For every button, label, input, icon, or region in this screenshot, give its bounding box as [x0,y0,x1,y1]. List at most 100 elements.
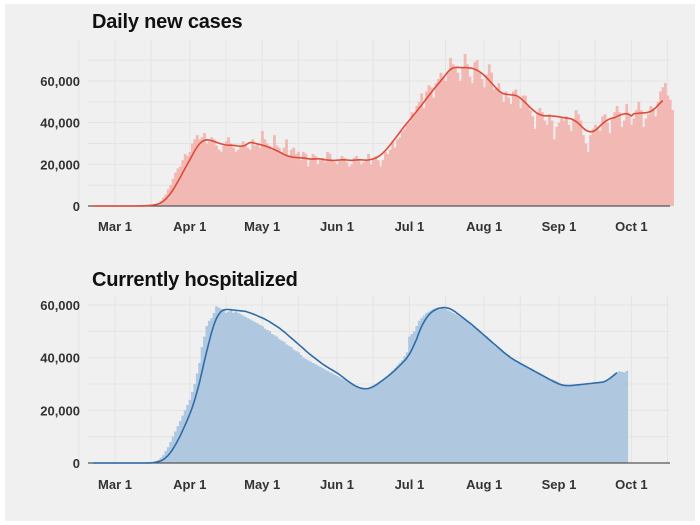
bar [316,365,320,463]
bar [620,126,624,206]
bar [509,357,513,463]
bar [417,320,421,463]
bar [456,72,460,207]
bar [567,385,571,463]
bar [454,314,457,463]
bar [244,145,247,206]
bar [263,139,267,206]
bar [586,384,590,463]
bar [545,377,549,463]
bar [294,351,298,463]
bar [565,116,568,206]
bar [441,307,445,463]
bar [562,120,566,206]
bar [432,97,436,206]
bar [304,153,308,206]
bar [420,318,424,463]
bar [239,314,243,463]
bar [174,172,177,206]
bar [606,380,609,463]
bar [502,352,506,463]
bar [642,126,646,206]
bar [347,166,351,206]
bar [248,319,252,463]
bar [422,108,426,206]
bar [227,311,231,463]
bar [364,388,368,463]
bar [388,149,392,206]
bar [398,362,402,463]
bar [519,362,522,463]
bar [514,89,518,206]
bar [487,339,491,463]
bar [601,381,605,463]
bar [574,385,578,463]
bar [502,101,506,206]
bar [492,89,496,206]
bar [408,122,411,206]
bar [246,147,250,206]
bar [253,322,257,463]
bar [212,139,216,206]
bar [275,145,279,206]
bar [584,384,588,463]
bar [444,81,448,206]
bar [647,114,650,206]
bar [297,151,300,206]
bar [543,120,547,206]
bar [429,87,433,206]
bar [355,156,358,206]
bar [314,156,317,206]
bar [299,160,303,206]
bar [343,158,346,206]
bar [509,103,513,206]
bar [458,316,462,463]
bar [473,327,477,463]
bar [516,97,520,206]
bar [248,149,252,206]
bar [198,139,202,206]
bar [593,382,597,463]
bar [200,137,204,206]
x-tick-label: Oct 1 [615,219,648,234]
bar [236,312,240,463]
bar [654,116,658,206]
bar [302,357,305,463]
bar [470,326,474,463]
bar [345,381,349,463]
bar [391,370,395,463]
bar [627,114,631,206]
bar [569,131,573,206]
bar [538,108,542,206]
bar [224,312,228,463]
x-tick-label: Jun 1 [320,219,354,234]
bar [222,145,226,206]
bar [251,139,255,206]
bar [384,151,387,206]
bar [466,320,469,463]
bar [521,364,525,463]
bar [374,384,378,463]
bar [620,371,624,463]
bar [446,310,450,463]
bar [251,320,255,463]
bar [644,118,648,206]
bar [567,124,571,206]
bar [555,126,559,206]
bar [475,328,479,463]
bar [374,156,378,206]
bar [478,331,481,463]
bar [333,162,337,206]
bar [560,118,564,206]
bar [572,386,576,463]
bar [330,160,334,206]
bar [338,377,342,463]
bar [625,370,629,463]
bar [369,164,373,206]
bar [371,385,375,463]
bar [236,149,240,206]
bar [367,387,370,463]
bar [511,358,515,463]
bar [591,128,595,206]
bar [668,99,672,206]
